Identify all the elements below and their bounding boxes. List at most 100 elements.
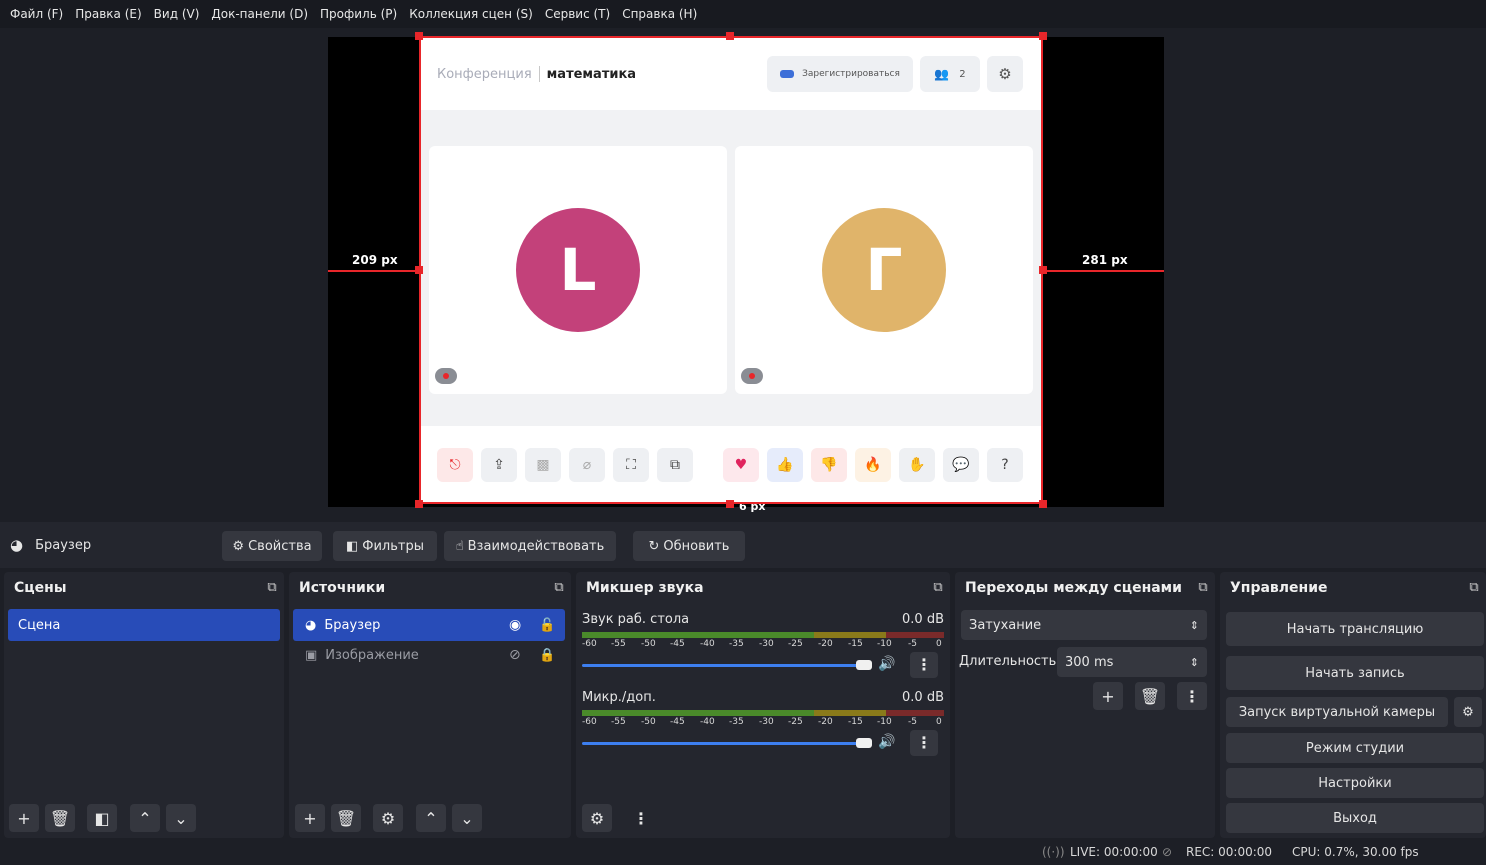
transition-select[interactable]: Затухание ⇕ <box>961 610 1207 640</box>
resize-handle[interactable] <box>415 32 423 40</box>
speaker-icon[interactable]: 🔊 <box>878 734 895 750</box>
menu-edit[interactable]: Правка (E) <box>75 7 141 21</box>
undock-icon[interactable]: ⧉ <box>930 580 946 596</box>
slider-handle[interactable] <box>856 738 872 748</box>
volume-slider[interactable] <box>582 738 872 748</box>
slider-handle[interactable] <box>856 660 872 670</box>
move-source-down-button[interactable]: ⌄ <box>452 804 482 832</box>
menu-view[interactable]: Вид (V) <box>154 7 200 21</box>
eye-icon[interactable]: ◉ <box>509 617 521 633</box>
reaction-dislike-button[interactable]: 👎 <box>811 448 847 482</box>
transitions-title: Переходы между сценами <box>965 580 1182 596</box>
volume-slider[interactable] <box>582 660 872 670</box>
resize-handle[interactable] <box>726 500 734 508</box>
resize-handle[interactable] <box>1039 32 1047 40</box>
leave-button[interactable]: ⎋ <box>437 448 473 482</box>
chat-button[interactable]: 💬 <box>943 448 979 482</box>
scene-transitions-dock: Переходы между сценами ⧉ Затухание ⇕ Дли… <box>955 572 1215 838</box>
undock-icon[interactable]: ⧉ <box>551 580 567 596</box>
tick-label: -15 <box>848 717 863 727</box>
gears-icon: ⚙ <box>589 808 605 828</box>
transition-menu-button[interactable]: ⋮ <box>1177 682 1207 710</box>
move-scene-up-button[interactable]: ⌃ <box>130 804 160 832</box>
live-timer: LIVE: 00:00:00 <box>1070 845 1158 859</box>
speaker-icon[interactable]: 🔊 <box>878 656 895 672</box>
tick-label: -25 <box>788 639 803 649</box>
channel-menu-button[interactable]: ⋮ <box>910 730 938 756</box>
scene-item[interactable]: Сцена <box>8 609 280 641</box>
resize-handle[interactable] <box>415 266 423 274</box>
resize-handle[interactable] <box>726 32 734 40</box>
mixer-settings-button[interactable]: ⚙ <box>582 804 612 832</box>
menu-help[interactable]: Справка (H) <box>622 7 697 21</box>
remove-source-button[interactable]: 🗑 <box>331 804 361 832</box>
interact-button[interactable]: ☝ Взаимодействовать <box>444 531 616 561</box>
virtual-camera-settings-button[interactable]: ⚙ <box>1454 697 1482 727</box>
lock-icon[interactable]: 🔒 <box>539 648 555 663</box>
resize-handle[interactable] <box>415 500 423 508</box>
conference-settings-button[interactable]: ⚙ <box>987 56 1023 92</box>
move-scene-down-button[interactable]: ⌄ <box>166 804 196 832</box>
menu-docks[interactable]: Док-панели (D) <box>211 7 308 21</box>
participants-button[interactable]: 👥 2 <box>920 56 980 92</box>
plus-icon: + <box>17 808 31 828</box>
menu-scene-collection[interactable]: Коллекция сцен (S) <box>409 7 533 21</box>
volume-meter <box>582 632 944 638</box>
settings-button[interactable]: Настройки <box>1226 768 1484 798</box>
reaction-fire-button[interactable]: 🔥 <box>855 448 891 482</box>
channel-menu-button[interactable]: ⋮ <box>910 652 938 678</box>
source-properties-button[interactable]: ⚙ <box>373 804 403 832</box>
menu-tools[interactable]: Сервис (T) <box>545 7 610 21</box>
camera-off-button[interactable]: ▩ <box>525 448 561 482</box>
start-stream-button[interactable]: Начать трансляцию <box>1226 612 1484 646</box>
source-item[interactable]: ▣ Изображение ⊘ 🔒 <box>293 639 565 671</box>
resize-handle[interactable] <box>1039 500 1047 508</box>
add-scene-button[interactable]: + <box>9 804 39 832</box>
participant-tile[interactable]: Г <box>735 146 1033 394</box>
mic-muted-icon <box>741 368 763 384</box>
reaction-heart-button[interactable]: ♥ <box>723 448 759 482</box>
start-record-button[interactable]: Начать запись <box>1226 656 1484 690</box>
help-button[interactable]: ? <box>987 448 1023 482</box>
more-vertical-icon: ⋮ <box>916 733 932 752</box>
mixer-menu-button[interactable]: ⋮ <box>626 804 656 832</box>
preview-area[interactable]: 209 px 281 px 6 px Конференция математик… <box>0 28 1486 522</box>
chevron-up-icon: ⌃ <box>424 808 438 828</box>
raise-hand-button[interactable]: ✋ <box>899 448 935 482</box>
tick-label: -60 <box>582 717 597 727</box>
pip-button[interactable]: ⧉ <box>657 448 693 482</box>
conference-title: Конференция математика <box>437 66 636 82</box>
remove-scene-button[interactable]: 🗑 <box>45 804 75 832</box>
properties-button[interactable]: ⚙ Свойства <box>222 531 322 561</box>
filters-button[interactable]: ◧ Фильтры <box>333 531 437 561</box>
scene-filters-button[interactable]: ◧ <box>87 804 117 832</box>
duration-spinbox[interactable]: 300 ms ⇕ <box>1057 647 1207 677</box>
share-screen-button[interactable]: ⇪ <box>481 448 517 482</box>
eye-off-icon[interactable]: ⊘ <box>509 647 521 663</box>
add-transition-button[interactable]: + <box>1093 682 1123 710</box>
reaction-like-button[interactable]: 👍 <box>767 448 803 482</box>
browser-source-frame[interactable]: Конференция математика Зарегистрироватьс… <box>419 36 1043 504</box>
fullscreen-button[interactable]: ⛶ <box>613 448 649 482</box>
add-source-button[interactable]: + <box>295 804 325 832</box>
refresh-button[interactable]: ↻ Обновить <box>633 531 745 561</box>
exit-button[interactable]: Выход <box>1226 803 1484 833</box>
menu-profile[interactable]: Профиль (P) <box>320 7 397 21</box>
undock-icon[interactable]: ⧉ <box>1195 580 1211 596</box>
guide-right-label: 281 px <box>1082 253 1128 267</box>
move-source-up-button[interactable]: ⌃ <box>416 804 446 832</box>
tick-label: -30 <box>759 639 774 649</box>
undock-icon[interactable]: ⧉ <box>264 580 280 596</box>
unlock-icon[interactable]: 🔓 <box>539 618 555 633</box>
remove-transition-button[interactable]: 🗑 <box>1135 682 1165 710</box>
globe-icon: ◕ <box>10 536 24 554</box>
resize-handle[interactable] <box>1039 266 1047 274</box>
undock-icon[interactable]: ⧉ <box>1466 580 1482 596</box>
mic-off-button[interactable]: ⌀ <box>569 448 605 482</box>
register-button[interactable]: Зарегистрироваться <box>767 56 913 92</box>
start-virtual-camera-button[interactable]: Запуск виртуальной камеры <box>1226 697 1448 727</box>
menu-file[interactable]: Файл (F) <box>10 7 63 21</box>
source-item[interactable]: ◕ Браузер ◉ 🔓 <box>293 609 565 641</box>
participant-tile[interactable]: L <box>429 146 727 394</box>
studio-mode-button[interactable]: Режим студии <box>1226 733 1484 763</box>
